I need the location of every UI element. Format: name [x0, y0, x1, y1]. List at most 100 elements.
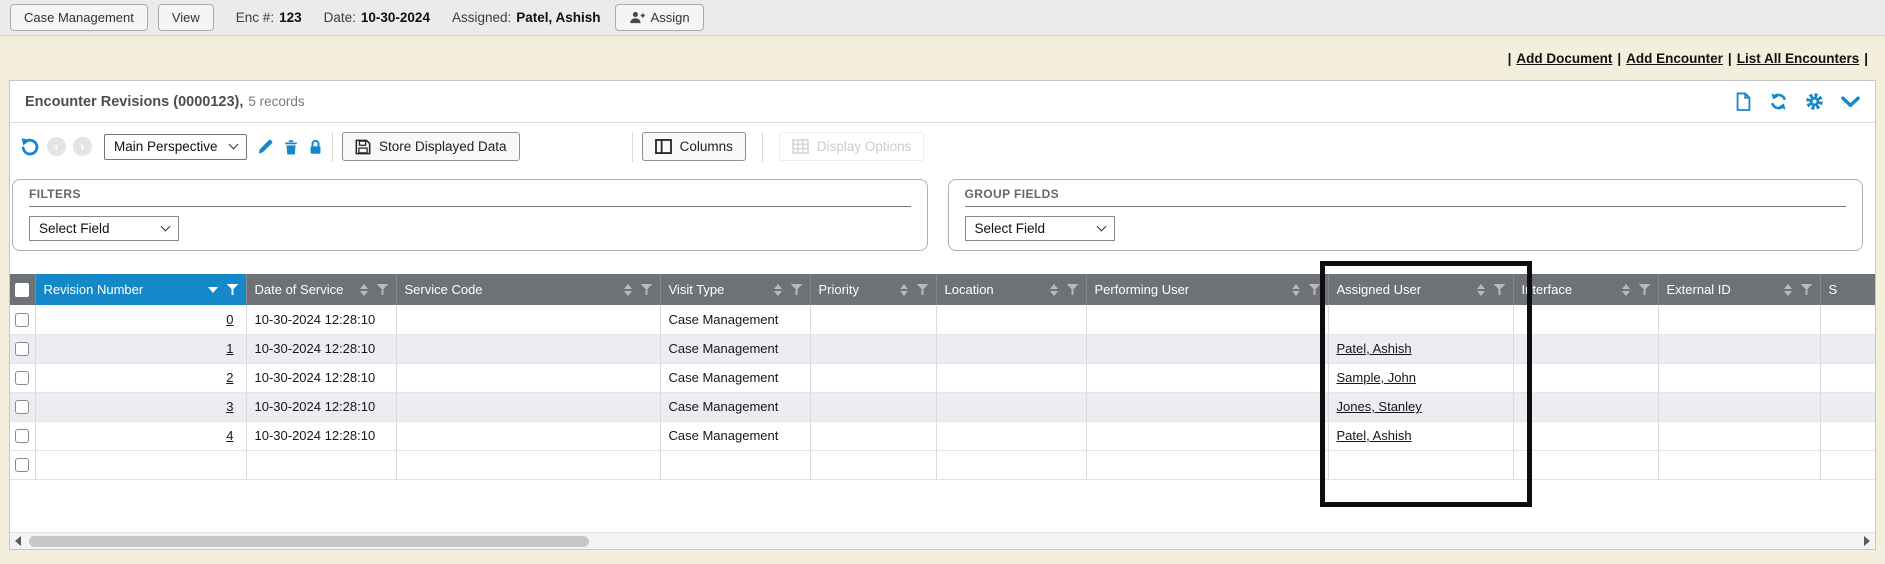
filter-funnel-icon[interactable]	[791, 284, 803, 295]
columns-button[interactable]: Columns	[642, 132, 746, 161]
row-checkbox[interactable]	[15, 400, 29, 414]
date-of-service-cell: 10-30-2024 12:28:10	[246, 363, 396, 392]
select-chevron-icon	[1096, 222, 1106, 232]
column-header-location[interactable]: Location	[936, 274, 1086, 305]
column-header-service-code[interactable]: Service Code	[396, 274, 660, 305]
sort-icon[interactable]	[774, 284, 782, 296]
filters-field-select[interactable]: Select Field	[29, 216, 179, 241]
row-checkbox[interactable]	[15, 313, 29, 327]
new-document-icon[interactable]	[1735, 92, 1752, 111]
filter-funnel-icon[interactable]	[1801, 284, 1813, 295]
visit-type-cell: Case Management	[660, 392, 810, 421]
date-label: Date:	[324, 10, 356, 25]
assigned-user-link[interactable]: Patel, Ashish	[1337, 428, 1412, 443]
group-fields-select[interactable]: Select Field	[965, 216, 1115, 241]
perspective-select[interactable]: Main Perspective	[104, 134, 247, 160]
filter-funnel-icon[interactable]	[377, 284, 389, 295]
revision-link[interactable]: 1	[226, 341, 233, 356]
priority-cell	[810, 363, 936, 392]
scroll-right-icon[interactable]	[1864, 536, 1870, 546]
performing-user-cell	[1086, 363, 1328, 392]
sort-icon[interactable]	[360, 284, 368, 296]
enc-value: 123	[279, 10, 302, 25]
column-header-external-id[interactable]: External ID	[1658, 274, 1820, 305]
filter-funnel-icon[interactable]	[917, 284, 929, 295]
chevron-down-icon[interactable]	[1841, 96, 1860, 108]
revision-link[interactable]: 3	[226, 399, 233, 414]
select-chevron-icon	[229, 140, 239, 150]
table-row: 2 10-30-2024 12:28:10 Case Management Sa…	[10, 363, 1875, 392]
revision-link[interactable]: 4	[226, 428, 233, 443]
list-all-encounters-link[interactable]: List All Encounters	[1737, 51, 1860, 66]
assigned-label: Assigned:	[452, 10, 511, 25]
gear-icon[interactable]	[1805, 92, 1824, 111]
table-row: 0 10-30-2024 12:28:10 Case Management	[10, 305, 1875, 334]
panel-title: Encounter Revisions (0000123),	[25, 94, 243, 110]
case-management-button[interactable]: Case Management	[10, 4, 148, 31]
sort-icon[interactable]	[1050, 284, 1058, 296]
trash-icon[interactable]	[283, 138, 299, 156]
priority-cell	[810, 305, 936, 334]
priority-cell	[810, 334, 936, 363]
filter-funnel-icon[interactable]	[641, 284, 653, 295]
sort-icon[interactable]	[1477, 284, 1485, 296]
date-value: 10-30-2024	[361, 10, 430, 25]
column-header-interface[interactable]: Interface	[1513, 274, 1658, 305]
chevron-left-icon: ‹	[47, 137, 66, 156]
lock-icon[interactable]	[308, 138, 323, 156]
date-of-service-cell: 10-30-2024 12:28:10	[246, 334, 396, 363]
column-header-date-of-service[interactable]: Date of Service	[246, 274, 396, 305]
filter-funnel-icon[interactable]	[1494, 284, 1506, 295]
row-checkbox[interactable]	[15, 429, 29, 443]
sort-icon[interactable]	[1784, 284, 1792, 296]
encounter-revisions-panel: Encounter Revisions (0000123), 5 records	[9, 80, 1876, 550]
sort-icon[interactable]	[1622, 284, 1630, 296]
column-header-performing-user[interactable]: Performing User	[1086, 274, 1328, 305]
column-header-clipped[interactable]: S	[1820, 274, 1875, 305]
pencil-icon[interactable]	[256, 138, 274, 156]
scroll-left-icon[interactable]	[15, 536, 21, 546]
location-cell	[936, 363, 1086, 392]
sort-icon[interactable]	[900, 284, 908, 296]
service-code-cell	[396, 392, 660, 421]
column-label: Interface	[1522, 282, 1573, 297]
row-checkbox[interactable]	[15, 342, 29, 356]
clipped-cell	[1820, 363, 1875, 392]
group-fields-selected-value: Select Field	[975, 221, 1046, 236]
interface-cell	[1513, 421, 1658, 450]
filter-funnel-icon[interactable]	[1639, 284, 1651, 295]
sort-icon[interactable]	[1292, 284, 1300, 296]
scrollbar-thumb[interactable]	[29, 536, 589, 547]
row-checkbox[interactable]	[15, 458, 29, 472]
row-checkbox[interactable]	[15, 371, 29, 385]
assign-button[interactable]: Assign	[615, 4, 704, 31]
assign-label: Assign	[651, 10, 690, 25]
sort-desc-icon[interactable]	[208, 287, 218, 293]
column-header-assigned-user[interactable]: Assigned User	[1328, 274, 1513, 305]
filter-funnel-icon[interactable]	[227, 284, 239, 295]
select-all-checkbox[interactable]	[15, 283, 29, 297]
undo-icon[interactable]	[20, 137, 40, 157]
revision-link[interactable]: 0	[226, 312, 233, 327]
add-encounter-link[interactable]: Add Encounter	[1626, 51, 1723, 66]
assigned-user-link[interactable]: Jones, Stanley	[1337, 399, 1422, 414]
assigned-user-link[interactable]: Sample, John	[1337, 370, 1417, 385]
filter-funnel-icon[interactable]	[1309, 284, 1321, 295]
sort-icon[interactable]	[624, 284, 632, 296]
add-document-link[interactable]: Add Document	[1516, 51, 1612, 66]
filter-funnel-icon[interactable]	[1067, 284, 1079, 295]
store-displayed-data-button[interactable]: Store Displayed Data	[342, 132, 520, 161]
refresh-icon[interactable]	[1769, 92, 1788, 111]
horizontal-scrollbar[interactable]	[10, 532, 1875, 549]
column-header-revision-number[interactable]: Revision Number	[35, 274, 246, 305]
table-row: 4 10-30-2024 12:28:10 Case Management Pa…	[10, 421, 1875, 450]
assigned-user-link[interactable]: Patel, Ashish	[1337, 341, 1412, 356]
column-header-priority[interactable]: Priority	[810, 274, 936, 305]
external-id-cell	[1658, 392, 1820, 421]
date-of-service-cell: 10-30-2024 12:28:10	[246, 392, 396, 421]
column-header-visit-type[interactable]: Visit Type	[660, 274, 810, 305]
revision-link[interactable]: 2	[226, 370, 233, 385]
location-cell	[936, 305, 1086, 334]
group-fields-section: GROUP FIELDS Select Field	[948, 179, 1864, 251]
view-button[interactable]: View	[158, 4, 214, 31]
